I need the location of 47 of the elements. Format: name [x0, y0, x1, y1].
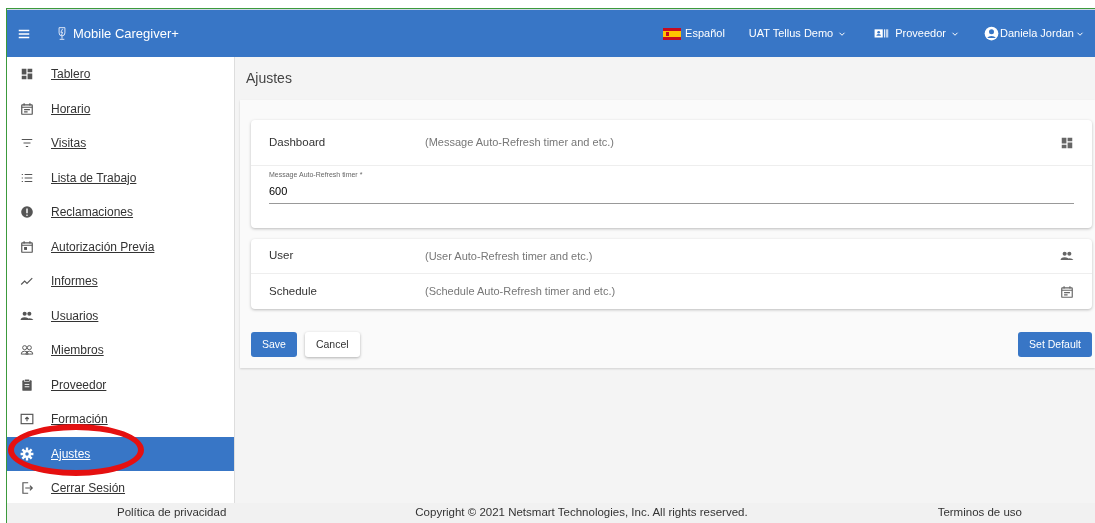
- sidebar-item[interactable]: Reclamaciones: [7, 195, 234, 230]
- dashboard-icon: [1060, 135, 1074, 150]
- section-description: (Schedule Auto-Refresh timer and etc.): [425, 284, 617, 300]
- sidebar-item[interactable]: Horario: [7, 91, 234, 126]
- page-title: Ajustes: [245, 69, 293, 88]
- sidebar-item[interactable]: Informes: [7, 264, 234, 299]
- section-description: (Message Auto-Refresh timer and etc.): [425, 135, 615, 151]
- sidebar-item[interactable]: Tablero: [7, 57, 234, 92]
- calendar-icon: [1060, 284, 1074, 299]
- people-outline-icon: [20, 343, 34, 358]
- clipboard-icon: [20, 377, 34, 392]
- section-title: Schedule: [269, 283, 318, 299]
- section-description: (User Auto-Refresh timer and etc.): [425, 248, 594, 264]
- gear-icon: [20, 446, 34, 461]
- app-name: Mobile Caregiver+: [73, 24, 179, 43]
- organization-dropdown[interactable]: UAT Tellus Demo: [748, 25, 848, 42]
- timer-input-field[interactable]: 600: [269, 180, 1074, 204]
- calendar-icon: [20, 239, 34, 254]
- save-button[interactable]: Save: [251, 332, 297, 357]
- user-menu[interactable]: Daniela Jordan: [984, 25, 1085, 42]
- sidebar-item[interactable]: Usuarios: [7, 298, 234, 333]
- account-icon: [984, 26, 999, 41]
- role-dropdown[interactable]: Proveedor: [871, 25, 960, 42]
- sidebar-item[interactable]: Proveedor: [7, 367, 234, 402]
- section-title: User: [269, 248, 295, 264]
- terms-link[interactable]: Terminos de uso: [937, 504, 1022, 522]
- privacy-link[interactable]: Política de privacidad: [117, 504, 227, 522]
- sidebar-item[interactable]: Cerrar Sesión: [7, 471, 234, 503]
- logout-icon: [20, 481, 34, 496]
- sidebar-item[interactable]: Formación: [7, 402, 234, 437]
- section-title: Dashboard: [269, 134, 327, 150]
- alert-icon: [20, 205, 34, 220]
- sidebar-item[interactable]: Visitas: [7, 126, 234, 161]
- set-default-button[interactable]: Set Default: [1018, 332, 1092, 357]
- cancel-button[interactable]: Cancel: [304, 332, 360, 357]
- sidebar-item[interactable]: Miembros: [7, 333, 234, 368]
- language-selector[interactable]: Español: [663, 25, 725, 42]
- people-icon: [1060, 249, 1074, 263]
- logo-icon: [55, 24, 69, 43]
- dashboard-icon: [20, 67, 34, 82]
- upload-box-icon: [20, 412, 34, 427]
- calendar-icon: [20, 101, 34, 116]
- sidebar-item[interactable]: Autorización Previa: [7, 229, 234, 264]
- sidebar-item[interactable]: Lista de Trabajo: [7, 160, 234, 195]
- sidebar-item[interactable]: Ajustes: [7, 436, 234, 471]
- spain-flag-icon: [663, 27, 682, 40]
- copyright-text: Copyright © 2021 Netsmart Technologies, Inc. All rights reserved.: [415, 505, 748, 521]
